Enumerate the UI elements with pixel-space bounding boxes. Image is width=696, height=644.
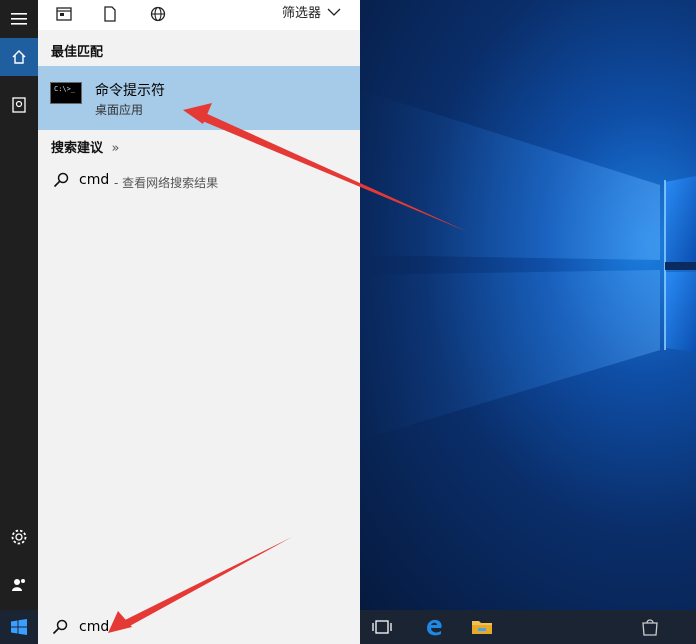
- home-button[interactable]: [0, 38, 38, 76]
- start-rail: [0, 0, 38, 610]
- command-prompt-icon: C:\>_: [50, 82, 82, 104]
- file-explorer-button[interactable]: [462, 610, 502, 644]
- suggestion-query: cmd: [79, 172, 110, 188]
- store-button[interactable]: [630, 610, 670, 644]
- search-icon: [53, 172, 69, 188]
- suggestions-heading: 搜索建议 »: [51, 137, 120, 156]
- best-match-heading: 最佳匹配: [51, 45, 104, 60]
- edge-icon: [427, 619, 442, 636]
- store-icon: [642, 619, 658, 636]
- chevron-down-icon: [327, 8, 341, 16]
- filter-label: 筛选器: [282, 6, 322, 21]
- settings-icon: [11, 529, 27, 545]
- taskbar: cmd: [0, 610, 696, 644]
- suggestion-description: - 查看网络搜索结果: [114, 176, 219, 190]
- feedback-icon: [12, 579, 25, 591]
- filter-bar: 筛选器: [38, 0, 360, 30]
- best-match-app-name: 命令提示符: [95, 83, 165, 99]
- taskbar-search-box[interactable]: cmd: [38, 610, 360, 644]
- task-view-icon: [372, 620, 392, 634]
- best-match-app-type: 桌面应用: [95, 103, 144, 117]
- desktop-wallpaper: [360, 0, 696, 610]
- task-view-button[interactable]: [362, 610, 402, 644]
- feedback-button[interactable]: [0, 566, 38, 604]
- web-filter-button[interactable]: [148, 4, 168, 24]
- command-prompt-icon-glyph: C:\>_: [54, 85, 76, 93]
- document-icon: [104, 6, 116, 22]
- filter-dropdown[interactable]: 筛选器: [282, 2, 341, 21]
- menu-icon: [11, 13, 27, 25]
- search-input-value[interactable]: cmd: [79, 619, 109, 635]
- documents-filter-button[interactable]: [100, 4, 120, 24]
- suggestion-item-web-search[interactable]: cmd - 查看网络搜索结果: [38, 166, 360, 196]
- notebook-button[interactable]: [0, 86, 38, 124]
- search-results-panel: 筛选器 最佳匹配 C:\>_ 命令提示符 桌面应用 搜索建议 » cmd - 查…: [38, 0, 360, 610]
- search-icon: [52, 619, 68, 635]
- suggestions-chevron: »: [111, 141, 120, 156]
- edge-button[interactable]: [414, 610, 454, 644]
- apps-filter-button[interactable]: [54, 4, 74, 24]
- web-icon: [150, 6, 166, 22]
- notebook-icon: [12, 97, 26, 113]
- suggestions-heading-label: 搜索建议: [51, 141, 104, 156]
- file-explorer-icon: [472, 621, 492, 634]
- settings-button[interactable]: [0, 518, 38, 556]
- windows-logo-wallpaper: [360, 90, 696, 440]
- home-icon: [12, 50, 26, 64]
- apps-icon: [56, 7, 72, 21]
- windows-start-icon: [11, 619, 27, 635]
- menu-button[interactable]: [0, 0, 38, 38]
- start-button[interactable]: [0, 610, 38, 644]
- best-match-item-command-prompt[interactable]: C:\>_ 命令提示符 桌面应用: [38, 66, 360, 130]
